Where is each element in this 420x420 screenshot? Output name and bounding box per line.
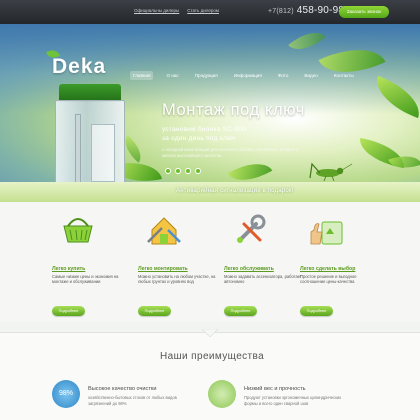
tank-chamber [91, 124, 115, 182]
feature-title[interactable]: Легко монтировать [138, 266, 223, 272]
nav-info[interactable]: Информация [231, 71, 265, 80]
advantage-badge-98: 98% [52, 380, 80, 408]
thumbs-up-box-icon [310, 221, 343, 245]
advantage-badge-text: 98% [58, 390, 73, 397]
main-nav: Главная О нас Продукция Информация Фото … [130, 71, 357, 80]
feature-title[interactable]: Легко сделать выбор [300, 266, 385, 272]
more-button[interactable]: Подробнее [52, 306, 85, 316]
feature-title[interactable]: Легко купить [52, 266, 137, 272]
slider-dot-1[interactable] [165, 168, 171, 174]
nav-about[interactable]: О нас [163, 71, 181, 80]
feature-desc: Простое решение и выгодное соотношение ц… [300, 274, 357, 285]
advantages-title: Наши преимущества [160, 351, 265, 362]
logo-text: Deka [52, 55, 107, 78]
slider-dot-4[interactable] [195, 168, 201, 174]
advantage-title: Низкий вес и прочность [244, 386, 306, 392]
nav-home[interactable]: Главная [130, 71, 154, 80]
more-button[interactable]: Подробнее [300, 306, 333, 316]
link-become-dealer[interactable]: Стать дилером [187, 8, 219, 13]
nav-products[interactable]: Продукция [192, 71, 221, 80]
basket-icon [63, 218, 93, 243]
nav-contacts[interactable]: Контакты [331, 71, 357, 80]
grasshopper-illustration [309, 162, 353, 182]
advantage-badge-weight [208, 380, 236, 408]
hero-description: с оскодной канализации для легочного обе… [162, 147, 298, 158]
logo[interactable]: Deka [45, 48, 107, 79]
wrench-icon [237, 214, 266, 243]
slider-dot-3[interactable] [185, 168, 191, 174]
page: Официальны дилеры Стать дилером +7(812) … [0, 0, 420, 420]
feature-desc: Можно установить на любом участке, на лю… [138, 274, 216, 285]
phone-number: +7(812) 458-90-98 [268, 5, 344, 16]
advantage-title: Высокое качество очистки [88, 386, 157, 392]
slider-dots [165, 168, 201, 174]
section-notch-icon [202, 329, 218, 337]
top-links: Официальны дилеры Стать дилером [134, 8, 219, 13]
more-button[interactable]: Подробнее [138, 306, 171, 316]
nav-photo[interactable]: Фото [275, 71, 292, 80]
hero-title: Монтаж под ключ [162, 101, 305, 119]
hero-slider: Deka Главная О нас Продукция Информация … [0, 24, 420, 196]
hero-subtitle-2: за один день под ключ [162, 135, 236, 142]
feature-desc: Можно задавать ассенизатора, работает ав… [224, 274, 302, 285]
link-dealers[interactable]: Официальны дилеры [134, 8, 179, 13]
house-tools-icon [147, 217, 181, 245]
advantage-text: Продуют установки эргономичных цилиндрич… [244, 395, 342, 406]
phone-code: +7(812) [268, 8, 294, 15]
top-bar: Официальны дилеры Стать дилером +7(812) … [0, 0, 420, 24]
product-image-septic-tank [53, 84, 127, 196]
phone-digits: 458-90-98 [296, 5, 345, 16]
slider-dot-2[interactable] [175, 168, 181, 174]
tank-pipe [75, 114, 81, 184]
nav-video[interactable]: Видео [301, 71, 320, 80]
advantage-text: хозяйственно-бытовых стоков от любых вид… [88, 395, 177, 406]
feature-title[interactable]: Легко обслуживать [224, 266, 309, 272]
feature-desc: Самые низкие цены и экономия на монтаже … [52, 274, 119, 285]
more-button[interactable]: Подробнее [224, 306, 257, 316]
promo-banner-text[interactable]: Антиварийная сигнализация в подарок! [176, 188, 294, 194]
callback-button[interactable]: Заказать звонок [339, 6, 389, 18]
hero-subtitle-1: установим биоека SC-800 [162, 126, 247, 133]
